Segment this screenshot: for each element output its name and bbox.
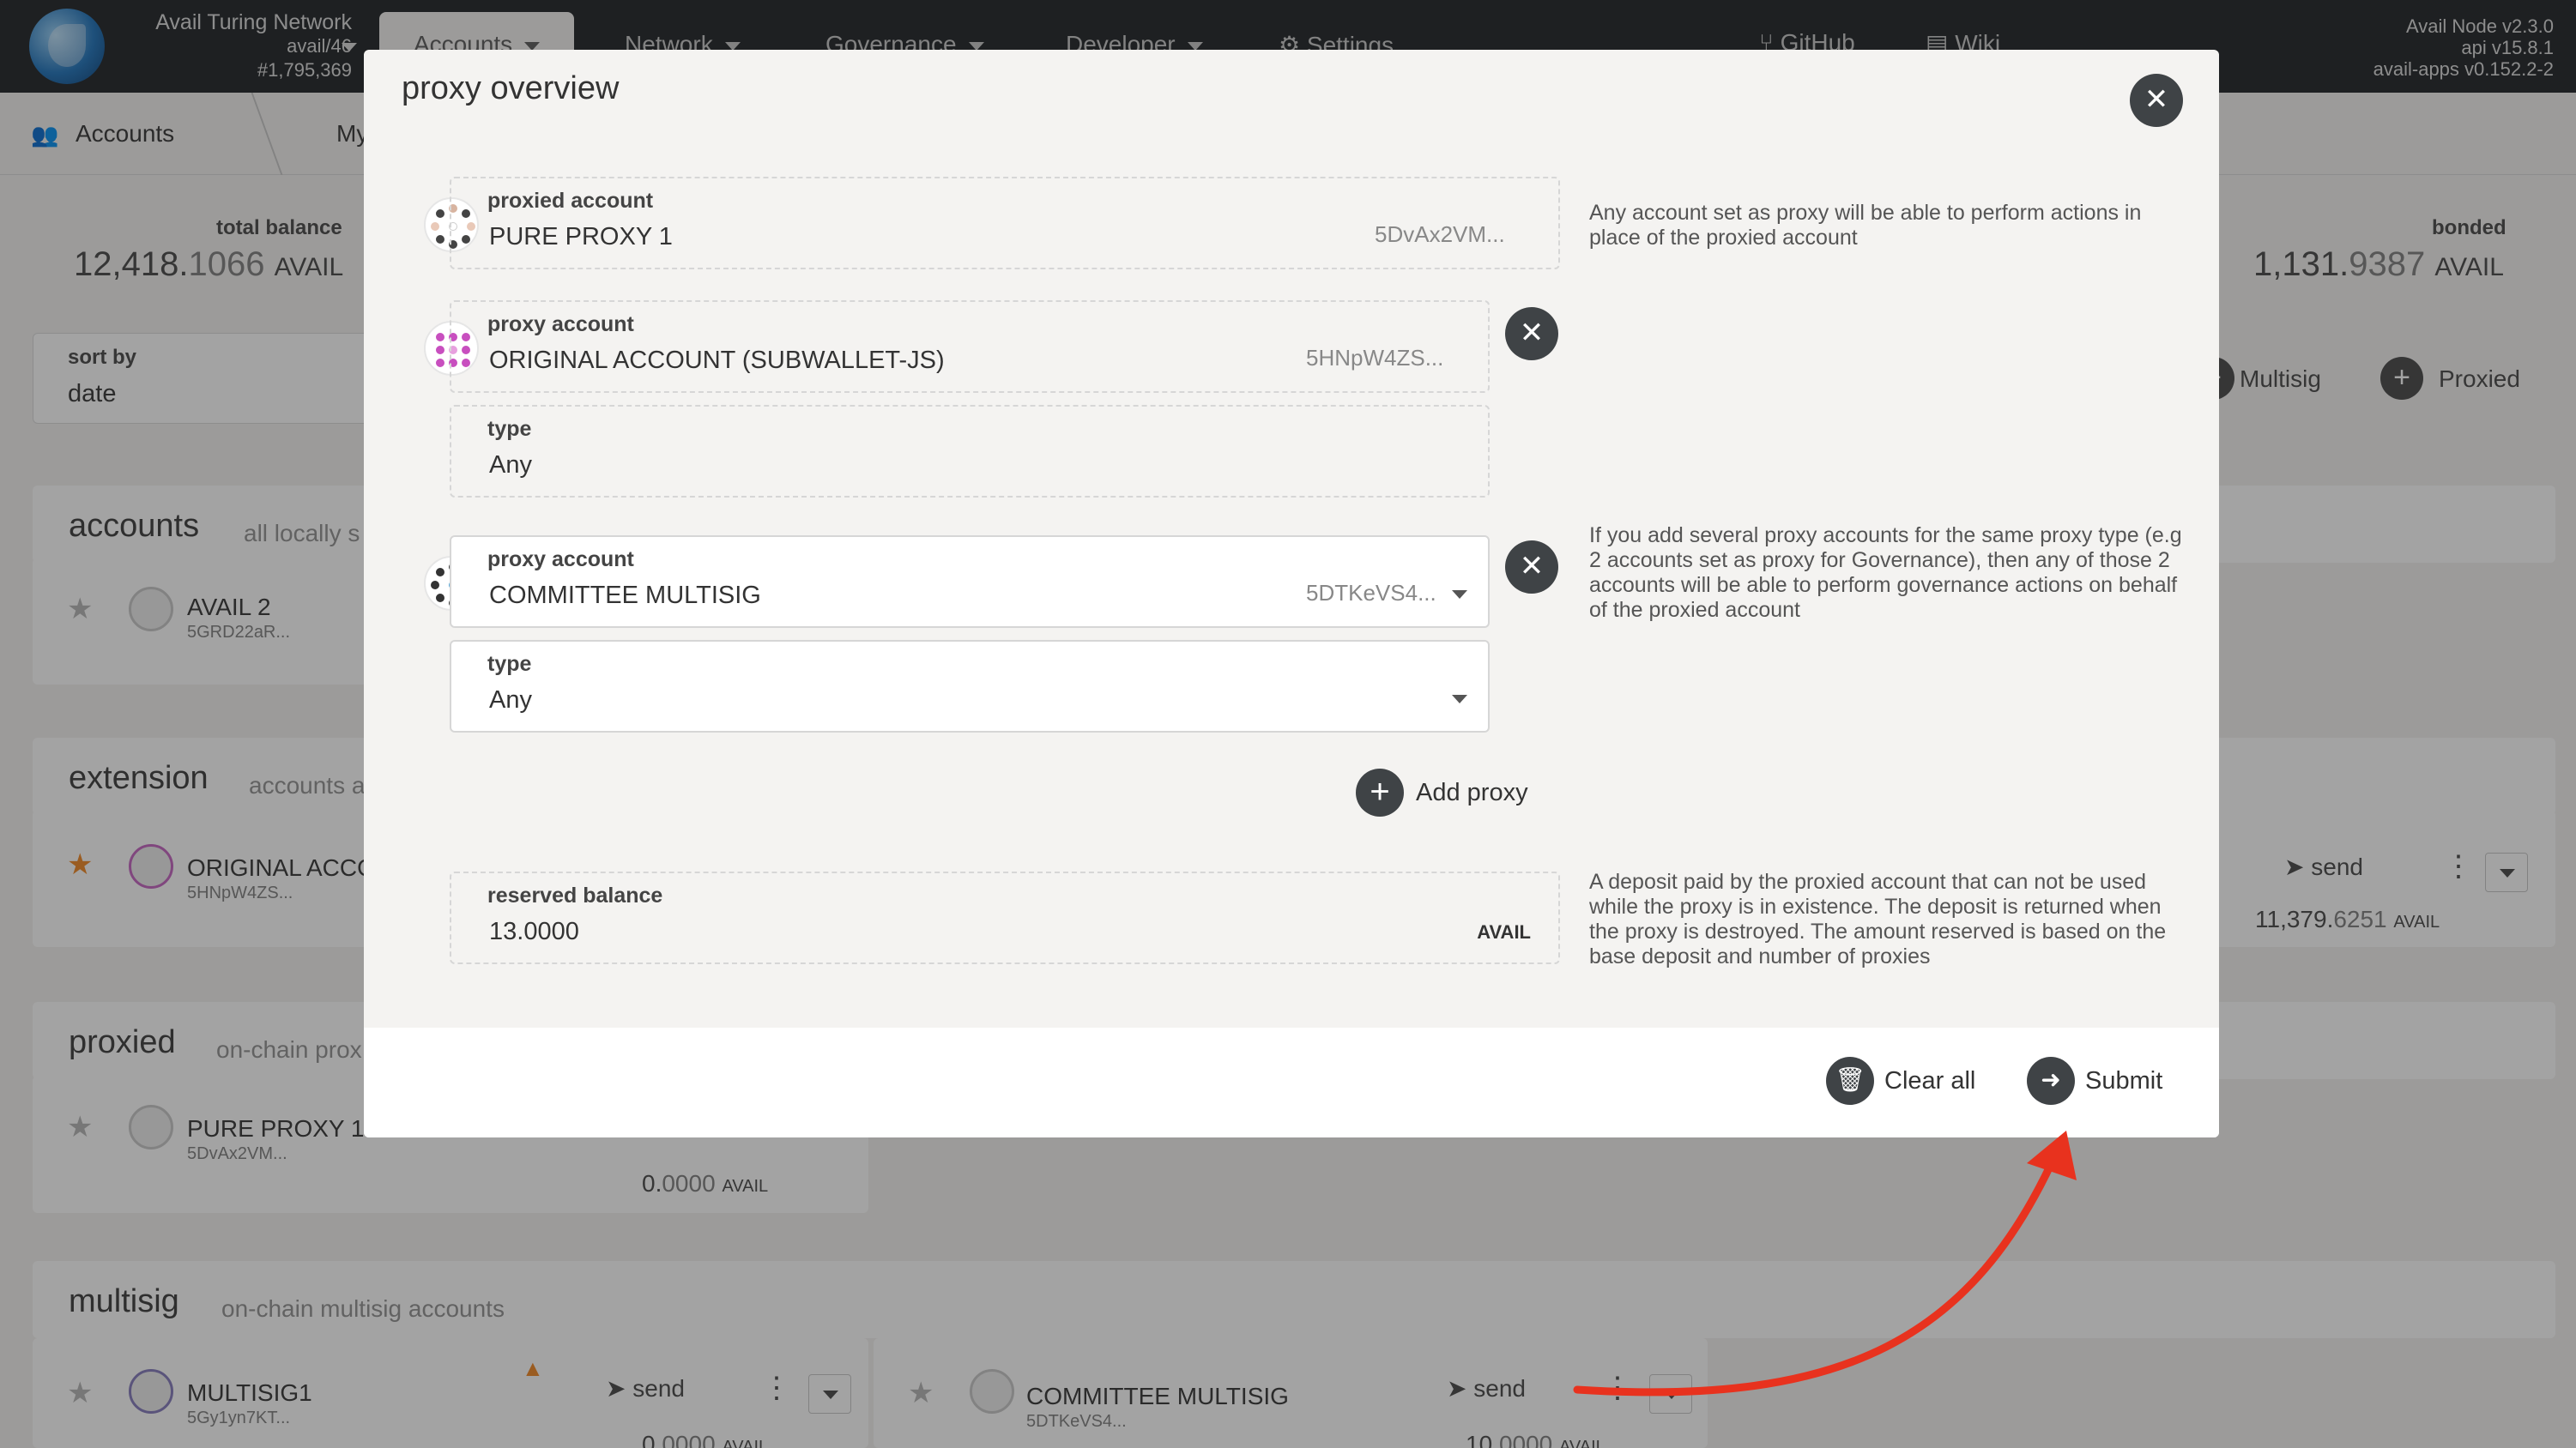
proxied-account-address: 5DvAx2VM... xyxy=(1375,221,1505,247)
proxy-type-select-2[interactable]: type Any xyxy=(450,640,1490,733)
chevron-down-icon[interactable] xyxy=(1452,695,1467,703)
proxy-type-field-1: type Any xyxy=(450,405,1490,498)
submit-label: Submit xyxy=(2085,1067,2163,1095)
proxied-account-field: proxied account PURE PROXY 1 5DvAx2VM... xyxy=(450,177,1560,269)
proxy-account-select-2[interactable]: proxy account COMMITTEE MULTISIG 5DTKeVS… xyxy=(450,535,1490,628)
modal-footer: 🗑 Clear all ➜ Submit xyxy=(364,1028,2219,1137)
reserved-balance-label: reserved balance xyxy=(487,884,663,908)
remove-proxy-2-icon[interactable]: ✕ xyxy=(1505,540,1558,594)
proxy-account-name: ORIGINAL ACCOUNT (SUBWALLET-JS) xyxy=(489,347,945,374)
proxy-account-name: COMMITTEE MULTISIG xyxy=(489,582,761,609)
proxy-type-value: Any xyxy=(489,686,532,714)
sign-in-icon: ➜ xyxy=(2027,1057,2075,1105)
proxy-type-label: type xyxy=(487,417,532,441)
proxied-help-text: Any account set as proxy will be able to… xyxy=(1589,201,2142,250)
modal-title: proxy overview xyxy=(402,70,620,106)
trash-icon: 🗑 xyxy=(1826,1057,1874,1105)
proxied-account-name: PURE PROXY 1 xyxy=(489,223,673,250)
proxy-account-field-1: proxy account ORIGINAL ACCOUNT (SUBWALLE… xyxy=(450,300,1490,393)
proxy-account-address: 5DTKeVS4... xyxy=(1306,580,1436,606)
clear-all-label: Clear all xyxy=(1884,1067,1976,1095)
proxy-account-address: 5HNpW4ZS... xyxy=(1306,345,1444,371)
proxy-overview-modal: proxy overview ✕ proxied account PURE PR… xyxy=(364,50,2219,1137)
chevron-down-icon[interactable] xyxy=(1452,590,1467,599)
add-proxy-label: Add proxy xyxy=(1416,779,1528,806)
proxy-account-label: proxy account xyxy=(487,312,634,336)
reserved-balance-value: 13.0000 xyxy=(489,918,579,945)
reserved-balance-field: reserved balance 13.0000 AVAIL xyxy=(450,872,1560,964)
close-icon[interactable]: ✕ xyxy=(2130,74,2183,127)
proxy-type-label: type xyxy=(487,652,532,676)
proxy-type-value: Any xyxy=(489,451,532,479)
proxied-account-label: proxied account xyxy=(487,189,654,213)
reserved-help-text: A deposit paid by the proxied account th… xyxy=(1589,870,2167,968)
remove-proxy-1-icon[interactable]: ✕ xyxy=(1505,307,1558,360)
proxies-help-text: If you add several proxy accounts for th… xyxy=(1589,523,2182,622)
plus-icon: + xyxy=(1356,769,1404,817)
reserved-balance-unit: AVAIL xyxy=(1477,921,1531,943)
proxy-account-label: proxy account xyxy=(487,547,634,571)
